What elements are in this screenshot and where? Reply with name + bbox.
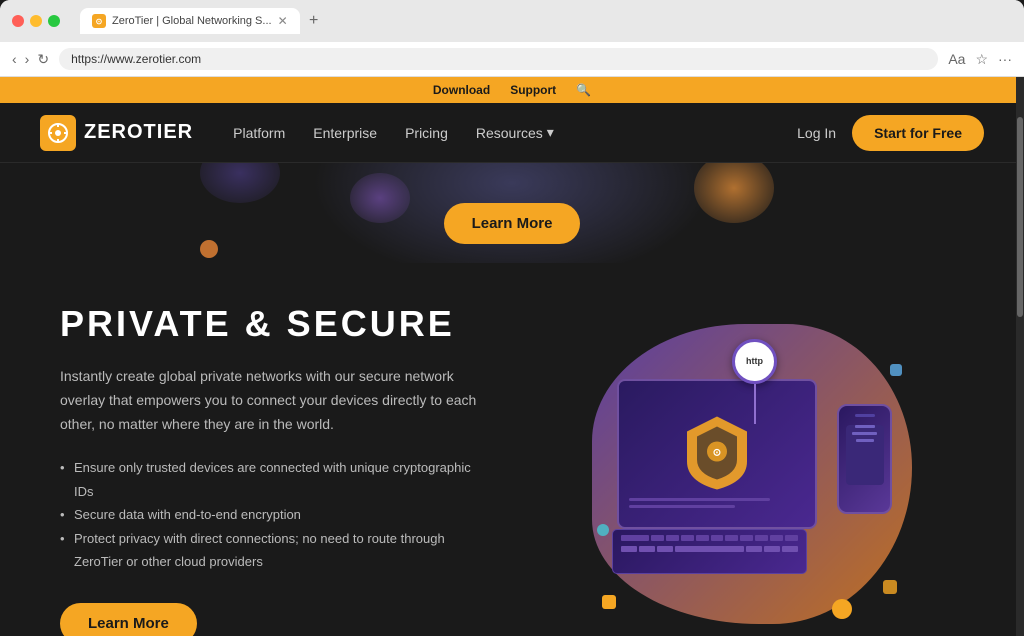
reader-icon[interactable]: Aa: [948, 51, 965, 67]
feature-description: Instantly create global private networks…: [60, 365, 480, 436]
back-button[interactable]: ‹: [12, 51, 17, 67]
phone: [837, 404, 892, 514]
feature-text: PRIVATE & SECURE Instantly create global…: [60, 303, 480, 636]
browser-window: ⊙ ZeroTier | Global Networking S... ✕ + …: [0, 0, 1024, 77]
cube-accent-1: [602, 595, 616, 609]
phone-speaker: [855, 414, 875, 417]
dot-accent-2: [597, 524, 609, 536]
blob-decoration-2: [350, 173, 410, 223]
toolbar-icons: Aa ☆ ···: [948, 51, 1012, 68]
logo-icon: [40, 115, 76, 151]
resources-dropdown-icon: ▾: [547, 124, 554, 141]
screen-content: [629, 498, 805, 512]
reload-button[interactable]: ↻: [37, 51, 49, 68]
http-pole: [754, 384, 756, 424]
support-link[interactable]: Support: [510, 83, 556, 97]
scrollbar-thumb[interactable]: [1017, 117, 1023, 317]
monitor: ⊙: [617, 379, 817, 529]
private-secure-section: PRIVATE & SECURE Instantly create global…: [0, 263, 1024, 636]
start-free-button[interactable]: Start for Free: [852, 115, 984, 151]
nav-platform[interactable]: Platform: [233, 125, 285, 141]
close-button[interactable]: [12, 15, 24, 27]
keyboard-keys: [613, 530, 806, 546]
login-button[interactable]: Log In: [797, 125, 836, 141]
minimize-button[interactable]: [30, 15, 42, 27]
maximize-button[interactable]: [48, 15, 60, 27]
blob-decoration-3: [694, 163, 774, 223]
feature-learn-more-button[interactable]: Learn More: [60, 603, 197, 636]
nav-resources[interactable]: Resources ▾: [476, 124, 554, 141]
traffic-lights: [12, 15, 60, 27]
nav-links: Platform Enterprise Pricing Resources ▾: [233, 124, 797, 141]
hero-learn-more: Learn More: [444, 203, 581, 244]
hero-learn-more-button[interactable]: Learn More: [444, 203, 581, 244]
tab-title: ZeroTier | Global Networking S...: [112, 15, 272, 27]
tab-bar: ⊙ ZeroTier | Global Networking S... ✕ +: [80, 8, 1012, 34]
announcement-bar: Download Support 🔍: [0, 77, 1024, 103]
feature-title: PRIVATE & SECURE: [60, 303, 480, 345]
resources-label: Resources: [476, 125, 543, 141]
address-bar: ‹ › ↻ Aa ☆ ···: [0, 42, 1024, 77]
search-icon[interactable]: 🔍: [576, 83, 591, 97]
main-nav: ZEROTIER Platform Enterprise Pricing Res…: [0, 103, 1024, 163]
feature-illustration: http ⊙: [540, 324, 964, 624]
iso-illustration: http ⊙: [592, 324, 912, 624]
dot-accent-orange: [832, 599, 852, 619]
download-link[interactable]: Download: [433, 83, 490, 97]
blob-decoration-1: [200, 163, 280, 203]
list-item: Ensure only trusted devices are connecte…: [60, 456, 480, 503]
keyboard: [612, 529, 807, 574]
website-content: Download Support 🔍 ZEROTIER Platform Ent…: [0, 77, 1024, 636]
zerotier-logo-svg: [47, 122, 69, 144]
nav-enterprise[interactable]: Enterprise: [313, 125, 377, 141]
http-label: http: [746, 356, 763, 366]
http-badge: http: [732, 339, 777, 384]
bookmark-icon[interactable]: ☆: [975, 51, 988, 68]
logo-text: ZEROTIER: [84, 121, 193, 144]
feature-list: Ensure only trusted devices are connecte…: [60, 456, 480, 573]
hero-section: Learn More: [0, 163, 1024, 263]
scrollbar[interactable]: [1016, 77, 1024, 636]
list-item: Protect privacy with direct connections;…: [60, 527, 480, 574]
nav-pricing[interactable]: Pricing: [405, 125, 448, 141]
nav-actions: Log In Start for Free: [797, 115, 984, 151]
address-input[interactable]: [59, 48, 938, 70]
cube-accent-3: [890, 364, 902, 376]
more-icon[interactable]: ···: [998, 51, 1012, 67]
phone-screen: [846, 425, 884, 485]
new-tab-button[interactable]: +: [304, 11, 324, 31]
cube-accent-2: [883, 580, 897, 594]
logo[interactable]: ZEROTIER: [40, 115, 193, 151]
svg-text:⊙: ⊙: [713, 447, 721, 458]
dot-accent-1: [200, 240, 218, 258]
titlebar: ⊙ ZeroTier | Global Networking S... ✕ +: [0, 0, 1024, 42]
list-item: Secure data with end-to-end encryption: [60, 503, 480, 526]
keyboard-keys-2: [613, 546, 806, 552]
http-badge-container: http: [732, 339, 777, 424]
shield-container: ⊙: [682, 411, 752, 496]
tab-close-button[interactable]: ✕: [278, 14, 288, 28]
nav-buttons: ‹ › ↻: [12, 51, 49, 68]
tab-favicon: ⊙: [92, 14, 106, 28]
forward-button[interactable]: ›: [25, 51, 30, 67]
active-tab[interactable]: ⊙ ZeroTier | Global Networking S... ✕: [80, 8, 300, 34]
